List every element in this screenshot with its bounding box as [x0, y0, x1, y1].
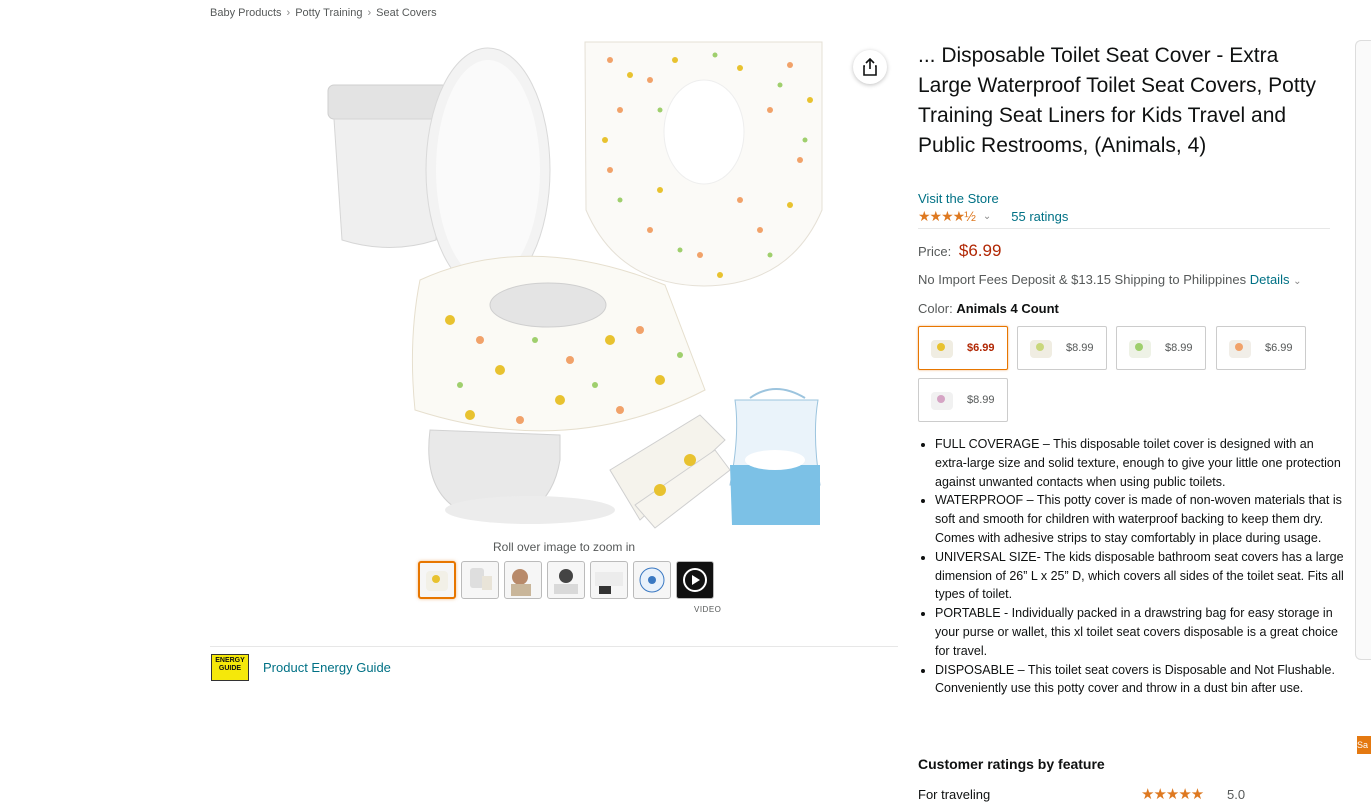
- shipping-info: No Import Fees Deposit & $13.15 Shipping…: [918, 272, 1301, 287]
- shipping-details-link[interactable]: Details ⌄: [1250, 272, 1302, 287]
- main-product-image[interactable]: [320, 40, 830, 530]
- swatch-image: [931, 392, 953, 410]
- drawstring-bag-image: [729, 388, 821, 525]
- breadcrumb-baby-products[interactable]: Baby Products: [210, 7, 282, 19]
- swatch-image: [1229, 340, 1251, 358]
- chevron-down-icon[interactable]: ⌄: [983, 211, 991, 222]
- swatch-4[interactable]: $6.99: [1216, 326, 1306, 370]
- thumbnail-3[interactable]: [504, 561, 542, 599]
- breadcrumb-separator: ›: [367, 7, 372, 19]
- store-link[interactable]: Visit the Store: [918, 191, 999, 206]
- packets-image: [609, 414, 731, 529]
- customer-ratings-title: Customer ratings by feature: [918, 756, 1105, 772]
- feature-rating-value: 5.0: [1227, 787, 1246, 802]
- swatch-price: $6.99: [967, 342, 995, 354]
- swatch-1[interactable]: $6.99: [918, 326, 1008, 370]
- breadcrumb-seat-covers[interactable]: Seat Covers: [376, 7, 437, 19]
- breadcrumb-potty-training[interactable]: Potty Training: [295, 7, 362, 19]
- chevron-down-icon: ⌄: [1293, 276, 1302, 287]
- energy-guide-link[interactable]: Product Energy Guide: [263, 660, 391, 675]
- bullet-item: DISPOSABLE – This toilet seat covers is …: [935, 661, 1347, 699]
- video-label: VIDEO: [694, 605, 722, 614]
- bullet-item: WATERPROOF – This potty cover is made of…: [935, 491, 1347, 547]
- product-title: ... Disposable Toilet Seat Cover - Extra…: [918, 44, 1317, 157]
- seat-cover-sheet-image: [584, 41, 823, 287]
- play-icon: [683, 568, 707, 592]
- swatch-image: [931, 340, 953, 358]
- price-row: Price: $6.99: [918, 241, 1001, 261]
- swatch-image: [1129, 340, 1151, 358]
- share-icon: [863, 58, 877, 76]
- swatch-price: $8.99: [1165, 342, 1193, 354]
- shipping-text: No Import Fees Deposit & $13.15 Shipping…: [918, 272, 1247, 287]
- color-selector-label: Color: Animals 4 Count: [918, 301, 1059, 316]
- thumbnail-5[interactable]: [590, 561, 628, 599]
- energy-guide-badge-icon[interactable]: ENERGY GUIDE: [211, 654, 249, 681]
- swatch-2[interactable]: $8.99: [1017, 326, 1107, 370]
- side-tag[interactable]: Sa: [1357, 736, 1371, 754]
- thumbnail-1[interactable]: [418, 561, 456, 599]
- thumbnail-strip: [418, 561, 714, 599]
- bullet-item: PORTABLE - Individually packed in a draw…: [935, 604, 1347, 660]
- ratings-count-link[interactable]: 55 ratings: [1011, 209, 1068, 224]
- swatch-5[interactable]: $8.99: [918, 378, 1008, 422]
- divider: [210, 646, 898, 647]
- rating-row: ★★★★½ ⌄ 55 ratings: [918, 208, 1068, 225]
- bullet-item: UNIVERSAL SIZE- The kids disposable bath…: [935, 548, 1347, 604]
- rating-stars-icon[interactable]: ★★★★½: [918, 208, 976, 225]
- seat-cover-on-toilet-image: [411, 255, 706, 432]
- video-thumbnail[interactable]: [676, 561, 714, 599]
- breadcrumb-separator: ›: [286, 7, 291, 19]
- divider: [918, 228, 1330, 229]
- swatch-price: $6.99: [1265, 342, 1293, 354]
- feature-label: For traveling: [918, 787, 991, 802]
- price-label: Price:: [918, 244, 952, 259]
- thumbnail-6[interactable]: [633, 561, 671, 599]
- swatch-3[interactable]: $8.99: [1116, 326, 1206, 370]
- price-value: $6.99: [958, 241, 1002, 260]
- side-panel-edge[interactable]: [1355, 40, 1371, 660]
- swatch-price: $8.99: [1066, 342, 1094, 354]
- feature-stars-icon: ★★★★★: [1141, 786, 1204, 803]
- energy-guide: ENERGY GUIDE Product Energy Guide: [211, 654, 391, 681]
- breadcrumb: Baby Products › Potty Training › Seat Covers: [210, 7, 437, 19]
- thumbnail-2[interactable]: [461, 561, 499, 599]
- color-label: Color:: [918, 301, 953, 316]
- swatch-price: $8.99: [967, 394, 995, 406]
- share-button[interactable]: [853, 50, 887, 84]
- color-value: Animals 4 Count: [956, 301, 1059, 316]
- bullet-item: FULL COVERAGE – This disposable toilet c…: [935, 435, 1347, 491]
- zoom-hint: Roll over image to zoom in: [493, 540, 636, 554]
- thumbnail-4[interactable]: [547, 561, 585, 599]
- swatch-image: [1030, 340, 1052, 358]
- feature-bullets: FULL COVERAGE – This disposable toilet c…: [918, 435, 1347, 698]
